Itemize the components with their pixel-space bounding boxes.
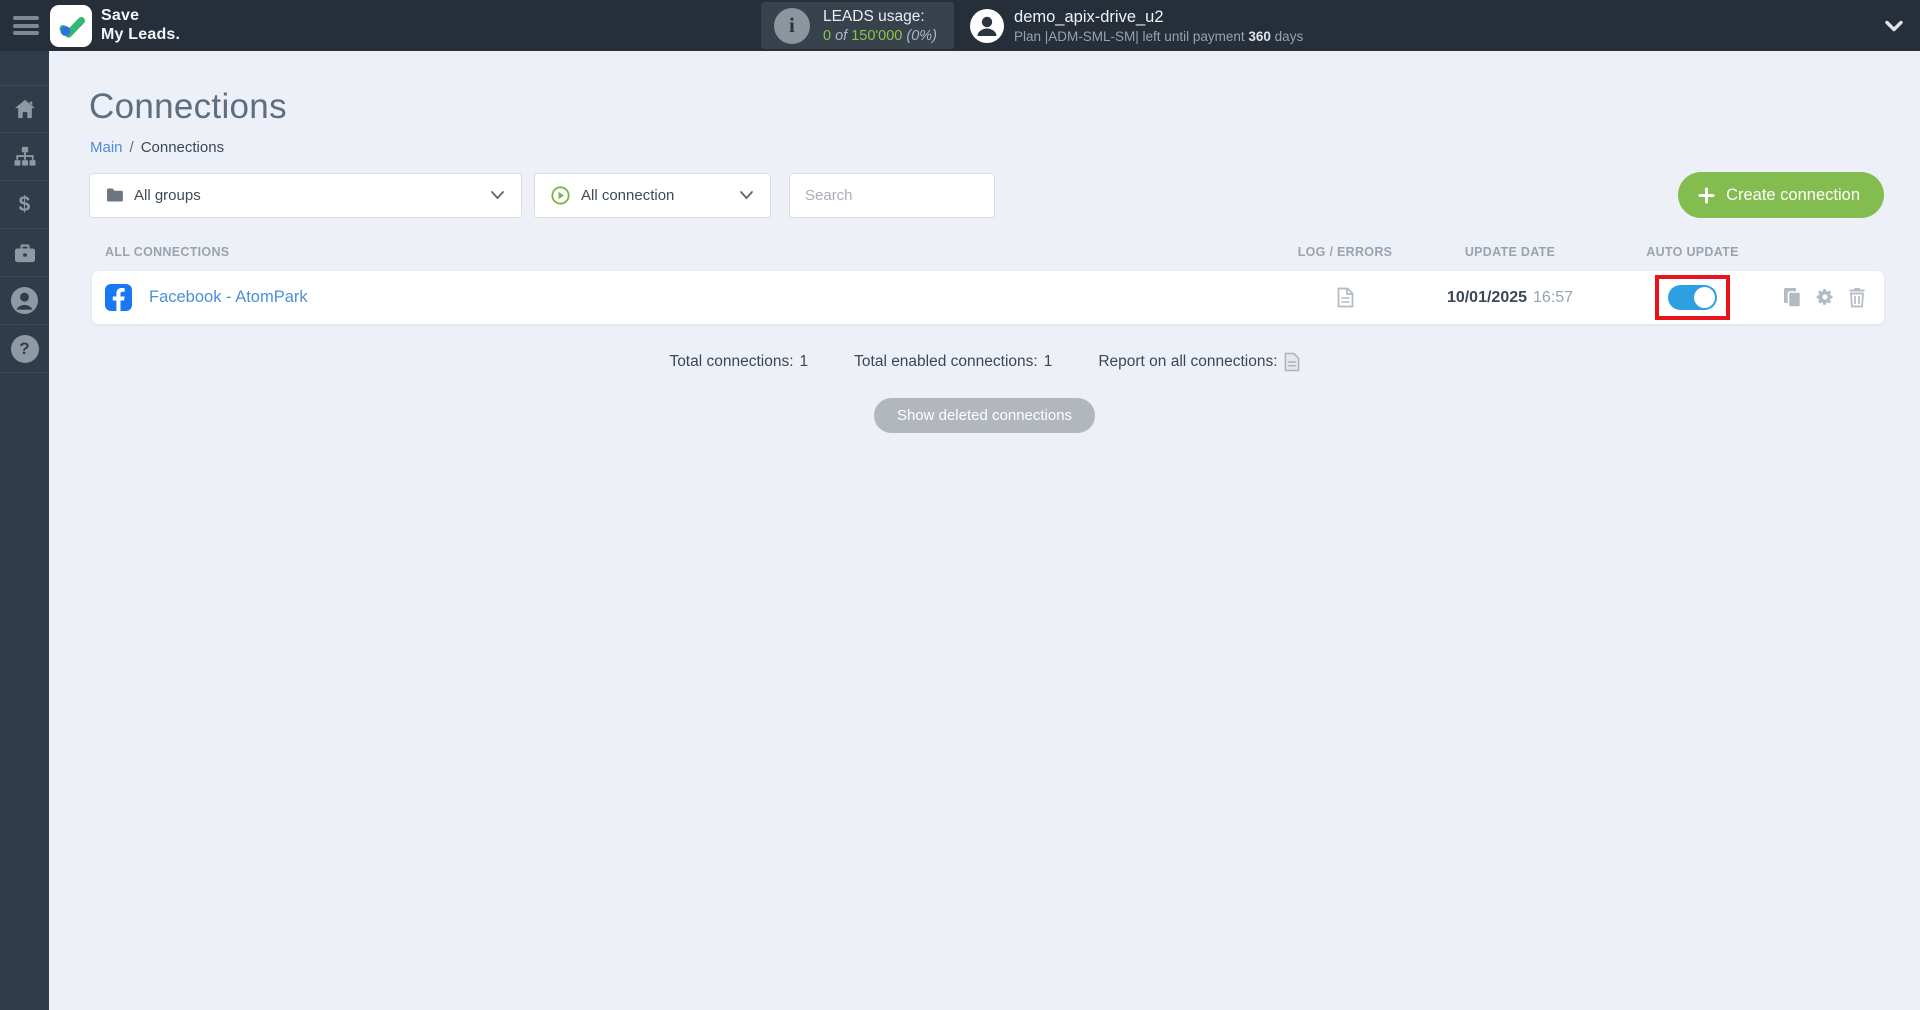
leads-usage-label: LEADS usage: xyxy=(822,7,925,25)
settings-gear-icon[interactable] xyxy=(1815,287,1835,308)
help-icon: ? xyxy=(10,334,39,363)
breadcrumb: Main / Connections xyxy=(90,139,225,156)
col-header-log-errors: LOG / ERRORS xyxy=(1297,245,1393,259)
connection-row: Facebook - AtomPark 10/01/2025 16:57 xyxy=(92,271,1884,324)
brand-name: Save My Leads. xyxy=(101,7,181,43)
log-document-icon[interactable] xyxy=(1337,287,1354,308)
annotation-highlight-box xyxy=(1655,275,1730,320)
table-header-row: ALL CONNECTIONS LOG / ERRORS UPDATE DATE… xyxy=(92,245,1884,259)
leads-usage-widget[interactable]: i LEADS usage: 0 of 150'000 (0%) xyxy=(760,2,955,49)
home-icon xyxy=(14,99,35,119)
username: demo_apix-drive_u2 xyxy=(1014,7,1164,26)
auto-update-cell xyxy=(1615,275,1770,320)
chevron-down-icon xyxy=(490,190,505,200)
create-connection-button[interactable]: Create connection xyxy=(1678,172,1884,218)
info-icon: i xyxy=(773,7,810,44)
log-errors-cell xyxy=(1285,287,1405,308)
checkmark-icon xyxy=(59,16,85,39)
show-deleted-connections-button[interactable]: Show deleted connections xyxy=(873,398,1096,433)
report-document-icon[interactable] xyxy=(1284,352,1300,372)
connection-type-dropdown[interactable]: All connection xyxy=(534,172,771,218)
top-header: Save My Leads. i LEADS usage: 0 of 150'0… xyxy=(0,0,1920,51)
sidebar-item-services[interactable] xyxy=(0,229,49,277)
auto-update-toggle[interactable] xyxy=(1668,285,1717,310)
menu-icon[interactable] xyxy=(13,16,39,35)
breadcrumb-current: Connections xyxy=(140,139,225,156)
avatar-icon xyxy=(970,8,1005,43)
main-content: Connections Main / Connections All groups … xyxy=(49,51,1920,1010)
col-header-update-date: UPDATE DATE xyxy=(1464,245,1556,259)
sidebar-nav: $ ? xyxy=(0,51,49,1010)
facebook-icon xyxy=(105,284,132,311)
report-all-connections: Report on all connections: xyxy=(1098,352,1299,372)
copy-icon[interactable] xyxy=(1782,287,1802,308)
dollar-icon: $ xyxy=(18,192,31,216)
filters-row: All groups All connection Create connect… xyxy=(89,172,1884,218)
account-icon xyxy=(10,286,39,315)
play-circle-icon xyxy=(551,185,570,205)
col-header-auto-update: AUTO UPDATE xyxy=(1646,245,1739,259)
page-title: Connections xyxy=(89,87,287,126)
sidebar-item-help[interactable]: ? xyxy=(0,325,49,373)
folder-icon xyxy=(107,188,123,202)
sitemap-icon xyxy=(14,146,35,166)
col-header-all-connections: ALL CONNECTIONS xyxy=(105,245,230,259)
total-connections: Total connections: 1 xyxy=(669,353,809,370)
breadcrumb-main-link[interactable]: Main xyxy=(90,139,123,156)
chevron-down-icon[interactable] xyxy=(1884,19,1904,33)
plus-icon xyxy=(1698,187,1715,203)
sidebar-item-home[interactable] xyxy=(0,85,49,133)
connection-dropdown-value: All connection xyxy=(581,186,675,204)
sidebar-item-connections[interactable] xyxy=(0,133,49,181)
groups-dropdown[interactable]: All groups xyxy=(89,172,522,218)
chevron-down-icon xyxy=(739,190,754,200)
toggle-knob xyxy=(1694,287,1715,308)
app-logo[interactable] xyxy=(50,4,92,47)
delete-trash-icon[interactable] xyxy=(1848,287,1866,308)
connection-name-link[interactable]: Facebook - AtomPark xyxy=(149,288,308,307)
sidebar-item-billing[interactable]: $ xyxy=(0,181,49,229)
summary-row: Total connections: 1 Total enabled connec… xyxy=(49,352,1920,372)
sidebar-item-account[interactable] xyxy=(0,277,49,325)
groups-dropdown-value: All groups xyxy=(134,186,201,204)
briefcase-icon xyxy=(14,243,35,262)
leads-usage-value: 0 of 150'000 (0%) xyxy=(822,27,938,44)
search-input[interactable] xyxy=(789,172,995,218)
update-date-cell: 10/01/2025 16:57 xyxy=(1446,288,1574,306)
total-enabled-connections: Total enabled connections: 1 xyxy=(854,353,1053,370)
user-menu[interactable]: demo_apix-drive_u2 Plan |ADM-SML-SM| lef… xyxy=(970,8,1303,44)
row-actions xyxy=(1770,287,1870,308)
plan-info: Plan |ADM-SML-SM| left until payment 360… xyxy=(1014,28,1304,44)
